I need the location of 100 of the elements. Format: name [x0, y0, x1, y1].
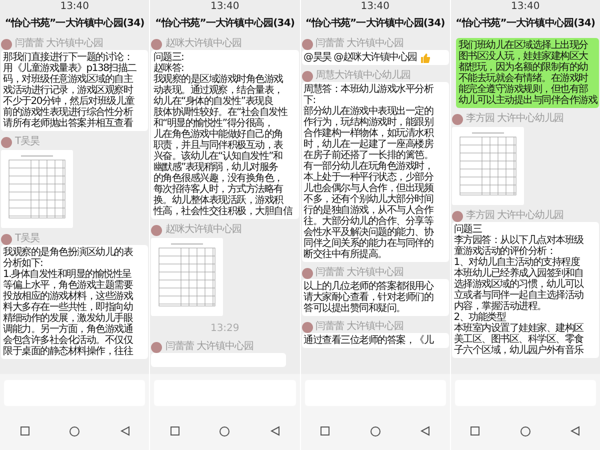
message-line: 在房子前还搭了一长排的篱笆。	[304, 150, 434, 161]
message-line: 周慧答：本班幼儿游戏水平分析	[304, 84, 434, 95]
sender-name: 闫蕾蕾 大许镇中心园	[316, 267, 404, 279]
message-line: 能完全遵守游戏规则，但也有部	[458, 84, 588, 95]
message-line: 那我们直接进行下一题的讨论：	[3, 52, 134, 63]
message-line: 的角色很感兴趣，没有换角色，	[153, 173, 284, 184]
home-icon[interactable]	[520, 426, 531, 436]
message-line: 往。大部分幼儿的合作、分享等	[304, 216, 434, 227]
message-line: 1.身体自发性和明显的愉悦性呈	[3, 269, 132, 280]
recent-apps-icon[interactable]	[470, 426, 480, 436]
sender-name: 闫蕾蕾 大许镇中心园	[316, 321, 404, 333]
message-line: 断交往中有所提高。	[304, 249, 388, 260]
message-line: 以上的几位老师的答案都很用心	[304, 281, 434, 292]
message-line: 前的游戏性表现进行综合性分析	[3, 107, 134, 118]
message-line: 肢体协调性较好。在“社会自发性	[153, 107, 288, 118]
message-line: 戏活动进行记录，游戏区观察时	[3, 85, 133, 96]
avatar-circle[interactable]	[151, 224, 162, 236]
avatar-circle[interactable]	[302, 70, 312, 82]
message-line: 1、对幼儿自主活动的支持程度	[454, 257, 581, 268]
avatar-circle[interactable]	[1, 38, 12, 50]
message-line: 限于桌面的静态材料操作，往往	[3, 346, 134, 357]
message-line: 料大多存在一些共性，即指向幼	[3, 302, 134, 313]
message-line: 美工区、图书区、科学区、零食	[454, 334, 584, 345]
message-line: 儿在角色游戏中能做好自己的角	[153, 129, 284, 140]
recent-apps-icon[interactable]	[20, 426, 30, 436]
message-line: 等偏上水平，角色游戏主题需要	[3, 280, 134, 291]
home-icon[interactable]	[69, 426, 80, 436]
status-time: 13:40	[510, 0, 541, 14]
home-icon[interactable]	[219, 426, 230, 436]
chat-title: “怡心书苑”一大许镇中心园(34)	[454, 16, 596, 31]
message-line: 不能去玩就会有情绪。在游戏时	[458, 73, 590, 84]
message-line: 赵咪答:	[153, 63, 185, 74]
recent-apps-icon[interactable]	[320, 426, 330, 436]
chat-title: “怡心书苑”一大许镇中心园(34)	[154, 16, 296, 31]
message-line: 部分幼儿在游戏中表现出一定的	[304, 106, 434, 117]
message-line: 合作建构一样物体，如玩清水积	[304, 128, 434, 139]
message-line: 通过查看三位老师的答案，《儿	[304, 335, 434, 346]
message-line: 兴奋。该幼儿在“认知自发性”和	[153, 151, 284, 162]
message-line: 换。幼儿整体表现活跃，游戏积	[153, 195, 284, 206]
message-line: 李方园答：从以下几点对本班级	[454, 235, 584, 246]
chat-title: “怡心书苑”一大许镇中心园(34)	[304, 16, 446, 31]
message-line: 内容，掌握活动进程。	[454, 301, 548, 312]
chat-title: “怡心书苑”一大许镇中心园(34)	[4, 16, 146, 31]
message-line: 童游戏活动的评价分析：	[454, 246, 556, 257]
message-line: 调能力。另一方面，角色游戏通	[3, 324, 134, 335]
home-icon[interactable]	[370, 426, 381, 436]
message-line: 立或者与同伴一起自主选择活动	[454, 290, 584, 301]
sender-name: 闫蕾蕾 大许镇中心园	[316, 38, 404, 50]
back-icon[interactable]	[420, 426, 430, 436]
back-icon[interactable]	[270, 426, 280, 436]
message-line: 子六个区域，幼儿园户外有音乐	[454, 345, 584, 356]
avatar-circle[interactable]	[302, 38, 312, 50]
message-line: 下:	[304, 95, 316, 106]
message-time: 13:29	[209, 322, 240, 336]
avatar-circle[interactable]	[302, 322, 312, 332]
sender-name: 闫蕾蕾 大许镇中心园	[15, 38, 104, 50]
message-line: 不少于20分钟，然后对班级儿童	[3, 96, 136, 107]
avatar-circle[interactable]	[151, 38, 162, 50]
message-line: 同伴之间关系的能力在与同伴的	[304, 238, 434, 249]
status-time: 13:40	[59, 0, 90, 14]
sender-name: 周慧大许镇中心幼儿园	[316, 70, 410, 82]
message-line: 选择游戏区域的习惯，幼儿可以	[454, 279, 585, 290]
avatar-circle[interactable]	[1, 136, 12, 148]
message-line: 本班幼儿已经养成入园签到和自	[454, 268, 584, 279]
sender-name: T吴昊	[15, 136, 40, 148]
message-line: 时，幼儿在一起建了一座高楼房	[304, 139, 434, 150]
avatar-circle[interactable]	[151, 342, 162, 352]
sender-name: 闫蕾蕾 大许镇中心园	[165, 341, 254, 353]
sender-name: 李方园 大许中心幼儿园	[466, 113, 564, 125]
message-line: 都想玩，因为名额的限制有的幼	[458, 62, 588, 73]
message-line: 幽默感”表现稍弱，幼儿对服务	[153, 162, 279, 173]
message-line: 本班室内设置了娃娃家、建构区	[454, 323, 585, 334]
message-line: 幼儿在“身体的自发性”表现良	[153, 96, 274, 107]
back-icon[interactable]	[570, 426, 580, 436]
message-line: 作行为，玩结构游戏时，能跟别	[304, 117, 434, 128]
status-time: 13:40	[360, 0, 391, 14]
message-line: 动表现。通过观察，结合量表，	[153, 85, 284, 96]
message-line: 职责，并且与同伴积极互动，表	[153, 140, 284, 151]
message-line: 和“明显的愉悦性”得分很高，	[153, 118, 274, 129]
message-line: 问题三:	[153, 52, 185, 63]
recent-apps-icon[interactable]	[170, 426, 180, 436]
avatar-circle[interactable]	[452, 210, 463, 222]
message-line: 我们班幼儿在区域选择上出现分	[458, 40, 589, 51]
message-line: 我观察的是区域游戏时角色游戏	[153, 74, 284, 85]
message-line: 答可以提出赞同和疑问。	[304, 303, 406, 314]
sender-name: 李方园 大许中心幼儿园	[466, 210, 564, 222]
avatar-circle[interactable]	[452, 114, 463, 124]
message-line: 性高，社会性交往积极，大胆自信	[153, 206, 294, 217]
status-time: 13:40	[209, 0, 240, 14]
sender-name: 赵咪大许镇中心园	[165, 224, 242, 236]
message-line: 请所有老师抛出答案并相互查看	[3, 118, 134, 129]
message-line: 幼儿可以主动提出与同伴合作游戏	[458, 95, 597, 106]
message-line: 投放相应的游戏材料，这些游戏	[3, 291, 134, 302]
message-line: 行的是独自游戏，从不与人合作	[304, 205, 434, 216]
message-line: 用《儿童游戏量表》p138扫描二	[3, 63, 138, 74]
message-line: 会性水平及解决问题的能力、协	[304, 227, 434, 238]
avatar-circle[interactable]	[1, 234, 12, 244]
avatar-circle[interactable]	[302, 268, 312, 278]
back-icon[interactable]	[120, 426, 130, 436]
message-line: 请大家耐心查看，针对老师们的	[304, 292, 434, 303]
